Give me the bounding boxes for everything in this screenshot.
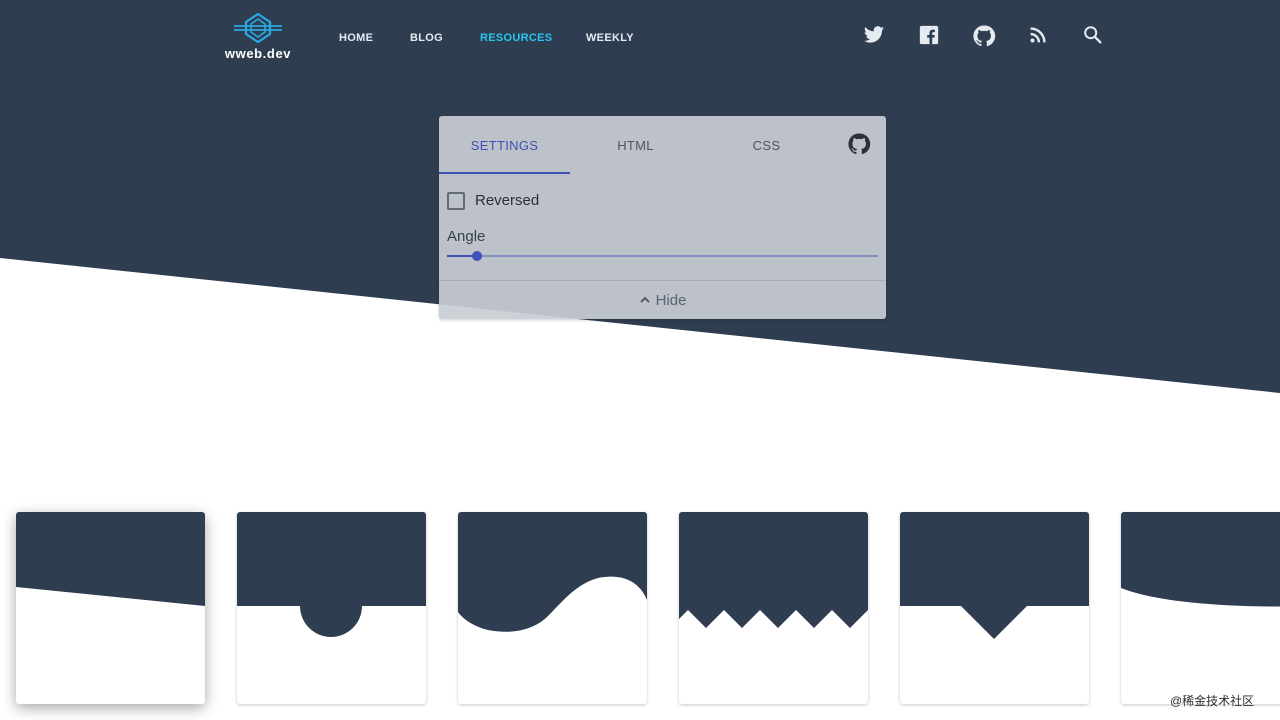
triangle-divider-preview [900,512,1089,639]
shape-card-wave[interactable] [458,512,647,704]
settings-panel: SETTINGS HTML CSS Reversed Angle Hide [439,116,886,319]
tilt-divider-preview [16,512,205,606]
shape-card-curve[interactable] [1121,512,1280,704]
rss-icon[interactable] [1027,24,1049,46]
nav-blog[interactable]: BLOG [410,32,443,44]
logo-text: wweb.dev [224,46,292,61]
half-circle-divider-preview [237,512,426,637]
watermark: @稀金技术社区 [1170,694,1255,708]
nav-resources[interactable]: RESOURCES [480,32,552,44]
nav-weekly[interactable]: WEEKLY [586,32,634,44]
angle-slider-thumb[interactable] [472,251,482,261]
tab-css[interactable]: CSS [701,116,832,174]
curve-divider-preview [1121,512,1280,607]
github-icon[interactable] [847,132,871,156]
reversed-checkbox[interactable] [447,192,465,210]
search-icon[interactable] [1082,24,1104,46]
page: wweb.dev HOME BLOG RESOURCES WEEKLY SETT… [0,0,1280,720]
chevron-up-icon [639,296,650,303]
site-header: wweb.dev HOME BLOG RESOURCES WEEKLY [0,0,1280,76]
logo-icon [234,12,282,44]
shape-card-zigzag[interactable] [679,512,868,704]
tab-html[interactable]: HTML [570,116,701,174]
shape-card-triangle[interactable] [900,512,1089,704]
shape-card-tilt[interactable] [16,512,205,704]
nav-home[interactable]: HOME [339,32,373,44]
site-logo[interactable]: wweb.dev [220,12,296,62]
angle-label: Angle [447,228,486,245]
twitter-icon[interactable] [863,24,885,46]
hide-button[interactable]: Hide [439,281,886,319]
tab-indicator [439,172,570,174]
facebook-icon[interactable] [918,24,940,46]
github-icon[interactable] [972,24,996,47]
wave-divider-preview [458,512,647,632]
angle-slider[interactable] [447,251,878,261]
tab-settings[interactable]: SETTINGS [439,116,570,174]
zigzag-divider-preview [679,512,868,628]
hide-label: Hide [655,291,687,309]
shape-card-half-circle[interactable] [237,512,426,704]
reversed-label: Reversed [475,192,540,209]
